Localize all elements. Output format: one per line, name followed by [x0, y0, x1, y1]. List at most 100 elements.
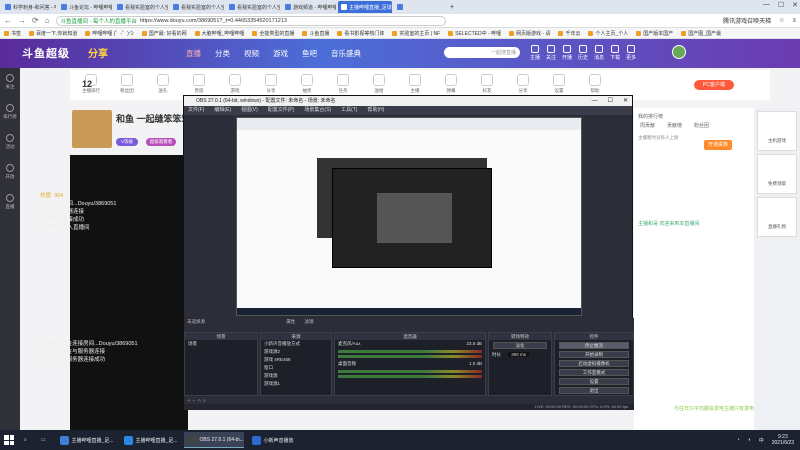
room-tool[interactable]: 抽奖: [292, 74, 322, 96]
network-icon[interactable]: ◔: [737, 437, 740, 443]
minimize-icon[interactable]: —: [763, 1, 770, 9]
browser-tab[interactable]: 游戏频道 - 哔哩哔哩: [282, 1, 336, 13]
sidebar-item[interactable]: 关注: [6, 74, 15, 90]
room-tool[interactable]: 设置: [544, 74, 574, 96]
source-item[interactable]: 窗口: [261, 364, 331, 372]
obs-menu-item[interactable]: 配置文件(P): [268, 106, 295, 115]
bookmark-item[interactable]: 国产版本国产: [636, 30, 673, 37]
room-tool[interactable]: 分享: [256, 74, 286, 96]
room-tool[interactable]: 贵族: [184, 74, 214, 96]
nav-item[interactable]: 音乐盛典: [331, 48, 361, 59]
room-tool[interactable]: 送礼: [148, 74, 178, 96]
streamer-avatar[interactable]: [72, 110, 112, 148]
volume-slider[interactable]: [338, 375, 482, 378]
taskbar-app[interactable]: 主播哔哩直播_足...: [120, 432, 180, 448]
nav-item[interactable]: 游戏: [273, 48, 288, 59]
obs-close-icon[interactable]: ✕: [623, 96, 628, 106]
room-tool[interactable]: 任务: [328, 74, 358, 96]
browser-tab[interactable]: 看我实验室的个人空间_哔哩: [226, 1, 280, 13]
control-button[interactable]: 工作室模式: [559, 369, 629, 376]
sidebar-item[interactable]: 开放: [6, 164, 15, 180]
source-item[interactable]: 游戏源: [261, 372, 331, 380]
obs-menu-item[interactable]: 帮助(H): [367, 106, 384, 115]
bookmark-item[interactable]: 看书影视等热门体: [337, 30, 384, 37]
bookmark-item[interactable]: 国产最: 好看的网: [141, 30, 187, 37]
rank-tab[interactable]: 贡献榜: [667, 122, 682, 129]
add-scene-icon[interactable]: ＋: [187, 398, 191, 403]
game-widget[interactable]: 腾讯游戏召唤天梯: [723, 16, 771, 25]
bookmark-item[interactable]: 国产图_国产最: [681, 30, 721, 37]
header-action[interactable]: 消息: [594, 45, 604, 61]
browser-tab[interactable]: 看我实验室的个人空间_哔哩: [114, 1, 168, 13]
obs-menu-item[interactable]: 视图(V): [241, 106, 258, 115]
obs-preview[interactable]: [236, 117, 582, 316]
reload-icon[interactable]: ⟳: [32, 16, 39, 25]
header-action[interactable]: 主播: [530, 45, 540, 61]
douyu-search-input[interactable]: 一起搜直播: [444, 47, 520, 58]
sidebar-item[interactable]: 活动: [6, 134, 15, 150]
source-item[interactable]: 游戏 4RE468: [261, 356, 331, 364]
sidebar-item[interactable]: 直播: [6, 194, 15, 210]
header-action[interactable]: 更多: [626, 45, 636, 61]
room-tool[interactable]: 送给: [364, 74, 394, 96]
control-button[interactable]: 启动虚拟摄像机: [559, 360, 629, 367]
filters-button[interactable]: 滤镜: [305, 319, 314, 324]
browser-tab[interactable]: 主播哔哩直播_足球哔哩直播_斗鱼直播: [338, 1, 392, 13]
taskbar-app[interactable]: OBS 27.0.1 (64-bi...: [183, 432, 244, 448]
bookmark-item[interactable]: 实验室的主页 | NF: [392, 30, 440, 37]
bookmark-item[interactable]: 大脑哔哩_哔哩哔哩: [194, 30, 244, 37]
control-button[interactable]: 开始录制: [559, 351, 629, 358]
obs-menu-item[interactable]: 文件(F): [188, 106, 204, 115]
bookmark-item[interactable]: 哔哩哔哩 (゜-゜)つ: [85, 30, 134, 37]
duration-input[interactable]: 300 ms: [508, 352, 530, 357]
bookmark-item[interactable]: 网页版游戏 - 请: [509, 30, 550, 37]
bookmark-item[interactable]: SELECTED中 - 哔哩: [448, 30, 501, 37]
promo-card[interactable]: 免费领取: [757, 154, 797, 194]
control-button[interactable]: 设置: [559, 378, 629, 385]
taskbar-app[interactable]: 主播哔哩直播_足...: [56, 432, 116, 448]
volume-slider[interactable]: [338, 355, 482, 358]
room-tool[interactable]: 分享: [508, 74, 538, 96]
properties-button[interactable]: 属性: [286, 319, 295, 324]
obs-minimize-icon[interactable]: —: [592, 96, 598, 106]
obs-menu-item[interactable]: 工具(T): [341, 106, 357, 115]
source-item[interactable]: 游戏源1: [261, 380, 331, 388]
nav-item[interactable]: 视频: [244, 48, 259, 59]
nav-item[interactable]: 分类: [215, 48, 230, 59]
room-tool[interactable]: 弹幕: [436, 74, 466, 96]
search-icon[interactable]: ⌕: [20, 432, 31, 448]
transition-select[interactable]: 淡化: [493, 342, 547, 349]
promo-card[interactable]: 直播礼物: [757, 197, 797, 237]
browser-tab[interactable]: 科学刺身-和问答 - 哔哩哔哩: [2, 1, 56, 13]
room-tool[interactable]: 主播: [400, 74, 430, 96]
maximize-icon[interactable]: ☐: [778, 1, 784, 9]
bookmark-item[interactable]: 斗鱼直播: [302, 30, 329, 37]
bookmark-item[interactable]: 书签: [4, 30, 21, 37]
obs-menu-item[interactable]: 编辑(E): [214, 106, 231, 115]
header-action[interactable]: 开播: [562, 45, 572, 61]
control-button[interactable]: 停止推流: [559, 342, 629, 349]
nav-item[interactable]: 直播: [186, 48, 201, 59]
star-icon[interactable]: ☆: [779, 17, 784, 24]
volume-icon[interactable]: ◖: [748, 437, 751, 443]
user-avatar[interactable]: [672, 45, 686, 59]
header-action[interactable]: 历史: [578, 45, 588, 61]
browser-tab[interactable]: 斗鱼论坛 - 哔哩哔哩_bili: [58, 1, 112, 13]
browser-tab[interactable]: 看我实验室的个人空间_哔哩: [170, 1, 224, 13]
header-action[interactable]: 下载: [610, 45, 620, 61]
source-item[interactable]: 小新声音播放方式: [261, 340, 331, 348]
douyu-logo[interactable]: 斗鱼超级: [22, 45, 70, 61]
scene-down-icon[interactable]: ∨: [202, 398, 206, 403]
bookmark-item[interactable]: 个人主页_个人: [588, 30, 628, 37]
forward-icon[interactable]: →: [18, 16, 26, 25]
bookmark-item[interactable]: 百度一下,你就知道: [29, 30, 77, 37]
source-item[interactable]: 游戏源2: [261, 348, 331, 356]
room-tool[interactable]: 帮助: [580, 74, 610, 96]
close-icon[interactable]: ✕: [792, 1, 798, 9]
promo-card[interactable]: 主机游戏: [757, 111, 797, 151]
new-tab-icon[interactable]: +: [450, 4, 454, 11]
rank-tab[interactable]: 粉丝团: [694, 122, 709, 129]
pc-client-button[interactable]: PC客户端: [694, 80, 734, 90]
rank-tab[interactable]: 周贡献: [640, 122, 655, 129]
sidebar-item[interactable]: 排行榜: [3, 104, 17, 120]
